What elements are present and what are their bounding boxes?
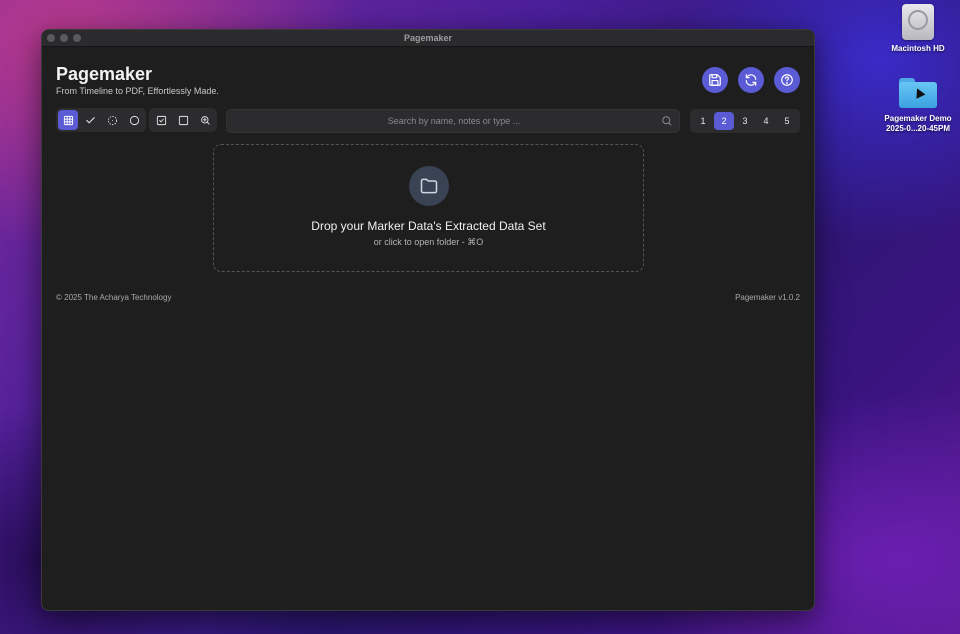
desktop-icon-macintosh-hd[interactable]: Macintosh HD — [878, 4, 958, 54]
page-button-4[interactable]: 4 — [756, 112, 776, 130]
folder-badge — [408, 166, 449, 206]
window-title: Pagemaker — [403, 33, 453, 43]
save-button[interactable] — [702, 67, 728, 93]
search-bar — [226, 109, 680, 133]
check-tool-button[interactable] — [80, 110, 100, 130]
search-input[interactable] — [227, 116, 661, 126]
zoom-button[interactable] — [195, 110, 215, 130]
drop-zone[interactable]: Drop your Marker Data's Extracted Data S… — [213, 144, 644, 272]
view-tool-group — [56, 108, 146, 132]
select-all-button[interactable] — [151, 110, 171, 130]
window-controls — [47, 34, 81, 42]
header-actions — [702, 67, 800, 93]
grid-icon — [63, 115, 73, 125]
refresh-icon — [745, 74, 757, 86]
desktop-icon-pagemaker-demo[interactable]: Pagemaker Demo 2025-0...20-45PM — [878, 78, 958, 134]
checkbox-icon — [156, 115, 166, 125]
pagination: 1 2 3 4 5 — [690, 109, 800, 133]
drop-zone-title: Drop your Marker Data's Extracted Data S… — [311, 219, 546, 233]
page-button-2[interactable]: 2 — [714, 112, 734, 130]
grid-view-button[interactable] — [58, 110, 78, 130]
zoom-window-button[interactable] — [73, 34, 81, 42]
circle-tool-button[interactable] — [124, 110, 144, 130]
tool-bar — [56, 108, 217, 132]
page-button-5[interactable]: 5 — [777, 112, 797, 130]
dashed-circle-tool-button[interactable] — [102, 110, 122, 130]
desktop-icon-label: Pagemaker Demo — [884, 114, 952, 123]
app-header: Pagemaker From Timeline to PDF, Effortle… — [56, 63, 219, 97]
desktop-icon-label: 2025-0...20-45PM — [885, 124, 951, 133]
folder-icon — [899, 78, 937, 108]
title-bar[interactable]: Pagemaker — [42, 30, 814, 47]
copyright-text: © 2025 The Acharya Technology — [56, 293, 172, 302]
help-icon — [781, 74, 793, 86]
minimize-window-button[interactable] — [60, 34, 68, 42]
drop-zone-subtitle: or click to open folder - ⌘O — [373, 237, 484, 247]
deselect-button[interactable] — [173, 110, 193, 130]
zoom-icon — [200, 115, 210, 125]
circle-icon — [129, 115, 139, 125]
close-window-button[interactable] — [47, 34, 55, 42]
app-window: Pagemaker Pagemaker From Timeline to PDF… — [41, 29, 815, 611]
app-title: Pagemaker — [56, 64, 153, 84]
hard-drive-icon — [902, 4, 934, 40]
select-tool-group — [149, 108, 217, 132]
square-icon — [178, 115, 188, 125]
dashed-circle-icon — [107, 115, 117, 125]
refresh-button[interactable] — [738, 67, 764, 93]
version-text: Pagemaker v1.0.2 — [735, 293, 800, 302]
page-button-1[interactable]: 1 — [693, 112, 713, 130]
app-subtitle: From Timeline to PDF, Effortlessly Made. — [56, 86, 219, 96]
desktop-icon-label: Macintosh HD — [891, 44, 945, 53]
save-icon — [709, 74, 721, 86]
help-button[interactable] — [774, 67, 800, 93]
folder-icon — [420, 178, 437, 194]
search-icon — [662, 116, 672, 126]
page-button-3[interactable]: 3 — [735, 112, 755, 130]
check-icon — [85, 116, 95, 123]
